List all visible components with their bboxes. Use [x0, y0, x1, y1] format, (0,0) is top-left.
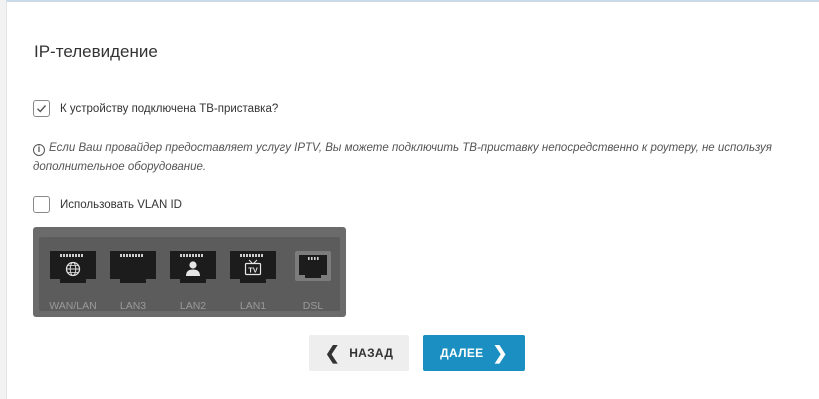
user-icon	[186, 261, 200, 276]
port-dsl[interactable]	[288, 245, 338, 285]
next-button[interactable]: ДАЛЕЕ ❯	[423, 335, 525, 371]
tv-icon-text: TV	[248, 265, 258, 274]
ethernet-port-icon	[110, 251, 156, 283]
dsl-port-icon	[295, 251, 331, 281]
back-button-label: НАЗАД	[349, 346, 394, 360]
tv-icon: TV	[244, 259, 262, 276]
port-label-lan2: LAN2	[179, 300, 207, 312]
globe-icon	[65, 261, 81, 277]
port-label-wan-lan: WAN/LAN	[49, 300, 97, 312]
stb-checkbox-row: К устройству подключена ТВ-приставка?	[33, 100, 278, 117]
chevron-left-icon: ❮	[324, 343, 341, 363]
next-button-label: ДАЛЕЕ	[440, 346, 484, 360]
vlan-checkbox[interactable]	[33, 196, 50, 213]
checkmark-icon	[37, 105, 47, 113]
port-label-lan1: LAN1	[239, 300, 267, 312]
port-wan-lan[interactable]	[48, 245, 98, 285]
port-lan2[interactable]	[168, 245, 218, 285]
port-lan3[interactable]	[108, 245, 158, 285]
vlan-checkbox-label: Использовать VLAN ID	[60, 198, 182, 211]
info-message: i Если Ваш провайдер предоставляет услугу…	[33, 139, 793, 177]
port-label-dsl: DSL	[302, 300, 324, 312]
ports-panel: WAN/LAN LAN3 LAN2 TV LAN1 DSL	[33, 227, 346, 317]
stb-checkbox[interactable]	[33, 100, 50, 117]
ports-inner: WAN/LAN LAN3 LAN2 TV LAN1 DSL	[39, 237, 340, 312]
vlan-checkbox-row: Использовать VLAN ID	[33, 196, 182, 213]
back-button[interactable]: ❮ НАЗАД	[309, 335, 409, 371]
port-lan1[interactable]: TV	[228, 245, 278, 285]
chevron-right-icon: ❯	[492, 343, 508, 363]
info-text: Если Ваш провайдер предоставляет услугу …	[33, 142, 772, 173]
iptv-panel: IP-телевидение К устройству подключена Т…	[6, 0, 819, 399]
page-title: IP-телевидение	[34, 42, 158, 61]
port-label-lan3: LAN3	[119, 300, 147, 312]
stb-checkbox-label: К устройству подключена ТВ-приставка?	[60, 102, 279, 115]
info-icon: i	[33, 143, 45, 156]
